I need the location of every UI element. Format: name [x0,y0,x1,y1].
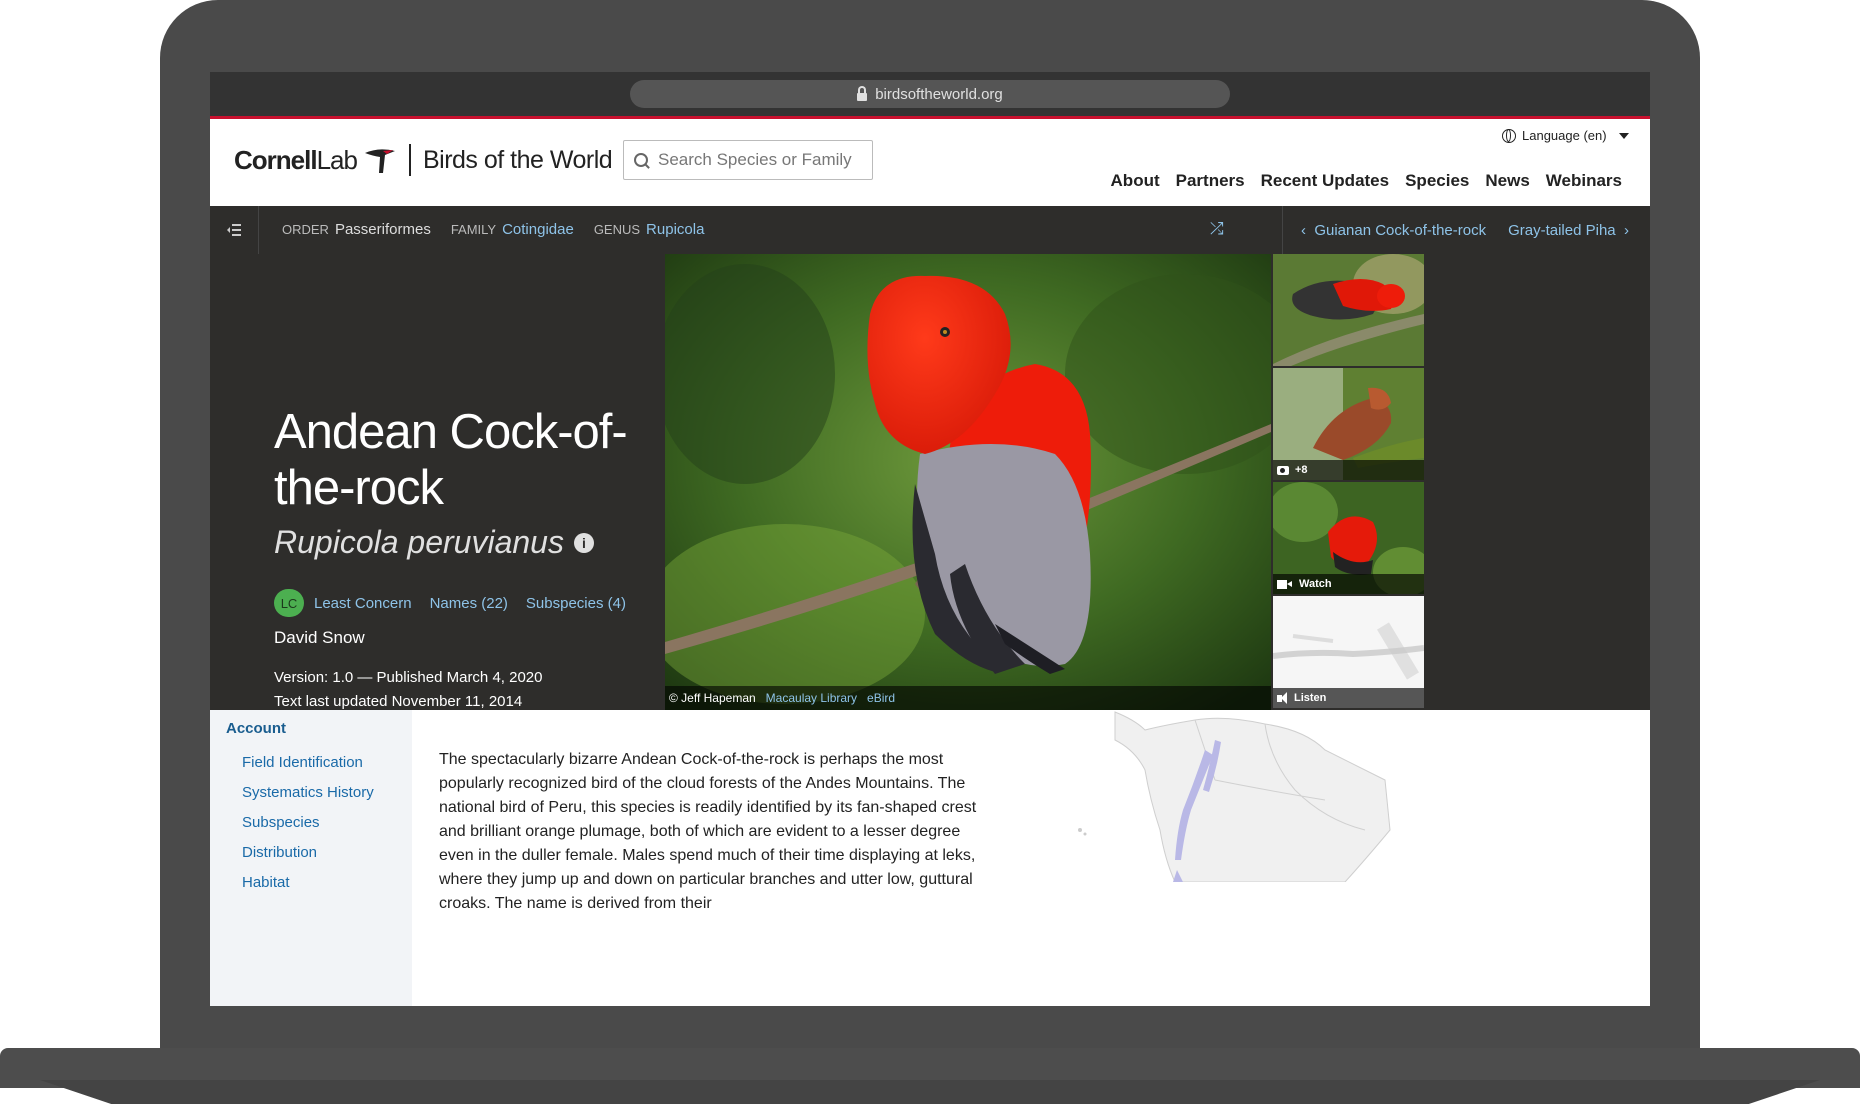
species-author: David Snow [274,628,365,647]
subspecies-link[interactable]: Subspecies (4) [526,595,626,612]
hero-right-strip [1424,254,1650,710]
thumbnail-audio[interactable]: Listen [1273,596,1424,708]
conservation-status-link[interactable]: Least Concern [314,595,412,612]
sidebar-item-subspecies[interactable]: Subspecies [242,814,320,831]
photo-credit: © Jeff Hapeman [669,691,756,705]
taxonomy-genus[interactable]: GENUS Rupicola [594,221,705,238]
account-sidebar: Account Field Identification Systematics… [210,710,412,1006]
nav-about[interactable]: About [1111,171,1160,191]
account-intro-text: The spectacularly bizarre Andean Cock-of… [439,751,977,912]
version-published: Version: 1.0 — Published March 4, 2020 [274,669,543,686]
names-link[interactable]: Names (22) [430,595,508,612]
nav-webinars[interactable]: Webinars [1546,171,1622,191]
site-name: Birds of the World [422,145,613,174]
speaker-icon [1277,691,1287,704]
species-scientific-name: Rupicola peruvianus i [274,524,594,561]
bird-logo-icon [364,149,395,173]
taxonomy-order: ORDER Passeriformes [282,221,431,238]
species-meta-links: LC Least Concern Names (22) Subspecies (… [274,589,626,617]
species-pager: ‹ Guianan Cock-of-the-rock Gray-tailed P… [1282,206,1629,254]
sidebar-item-habitat[interactable]: Habitat [242,874,290,891]
main-species-photo[interactable]: © Jeff Hapeman Macaulay Library eBird [665,254,1271,710]
video-icon [1277,579,1292,589]
taxonomy-family[interactable]: FAMILY Cotingidae [451,221,574,238]
sidebar-title[interactable]: Account [226,720,286,737]
taxonomy-breadcrumb: ORDER Passeriformes FAMILY Cotingidae GENU… [282,221,704,238]
nav-recent-updates[interactable]: Recent Updates [1261,171,1389,191]
search-input[interactable]: Search Species or Family [623,140,873,180]
shuffle-icon[interactable]: ⤮ [1210,219,1224,239]
taxonomy-menu-button[interactable] [210,206,259,254]
language-selector[interactable]: Language (en) [1502,128,1629,143]
browser-bar: birdsoftheworld.org [210,72,1650,116]
laptop-base-edge [40,1080,1820,1104]
sidebar-item-distribution[interactable]: Distribution [242,844,317,861]
macaulay-library-link[interactable]: Macaulay Library [766,691,857,705]
species-info: Andean Cock-of-the-rock Rupicola peruvia… [210,254,665,710]
account-section: Account Field Identification Systematics… [210,710,1650,1006]
thumbnail-image [1273,254,1424,366]
next-species-link[interactable]: Gray-tailed Piha › [1508,222,1629,239]
taxonomy-bar: ORDER Passeriformes FAMILY Cotingidae GENU… [210,206,1650,254]
photo-credit-bar: © Jeff Hapeman Macaulay Library eBird [665,686,1271,710]
range-map[interactable] [1065,710,1400,882]
tree-menu-icon [227,224,241,236]
conservation-status-badge[interactable]: LC [274,589,304,617]
chevron-down-icon [1618,132,1629,139]
camera-icon [1277,465,1289,475]
species-common-name: Andean Cock-of-the-rock [274,405,628,515]
url-text: birdsoftheworld.org [875,85,1003,103]
cornell-lab-wordmark: CornellLab [234,144,358,175]
media-thumbnails: +8 Watch Listen [1273,254,1424,710]
info-icon[interactable]: i [573,532,594,553]
watch-label: Watch [1273,574,1424,594]
ebird-link[interactable]: eBird [867,691,895,705]
nav-news[interactable]: News [1485,171,1529,191]
sidebar-item-systematics-history[interactable]: Systematics History [242,784,374,801]
species-hero: Andean Cock-of-the-rock Rupicola peruvia… [210,254,1650,710]
laptop-screen: birdsoftheworld.org CornellLab Birds of … [210,72,1650,1006]
thumbnail-video[interactable]: Watch [1273,482,1424,594]
search-icon [634,153,648,167]
nav-species[interactable]: Species [1405,171,1469,191]
site-logo[interactable]: CornellLab Birds of the World [234,143,613,177]
address-bar[interactable]: birdsoftheworld.org [630,80,1230,108]
sidebar-item-field-identification[interactable]: Field Identification [242,754,363,771]
language-label: Language (en) [1522,128,1607,143]
logo-separator [408,144,411,176]
version-info: Version: 1.0 — Published March 4, 2020 T… [274,666,543,714]
thumbnail-photo-1[interactable] [1273,254,1424,366]
lock-icon [857,86,868,101]
site-header: CornellLab Birds of the World Search Spe… [210,119,1650,206]
globe-icon [1502,128,1516,143]
search-placeholder: Search Species or Family [658,150,852,169]
thumbnail-photo-2[interactable]: +8 [1273,368,1424,480]
bird-photo [665,254,1271,710]
nav-partners[interactable]: Partners [1176,171,1245,191]
photo-count-label: +8 [1273,460,1424,480]
main-nav: About Partners Recent Updates Species Ne… [1111,171,1622,191]
listen-label: Listen [1273,688,1424,708]
prev-species-link[interactable]: ‹ Guianan Cock-of-the-rock [1301,222,1486,239]
